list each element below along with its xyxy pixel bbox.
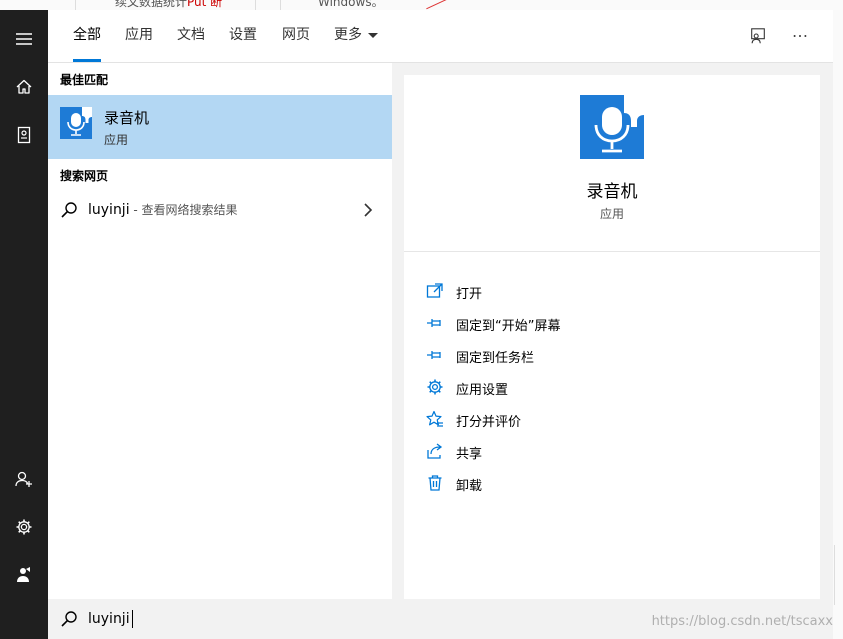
details-app-type: 应用 [599,207,624,221]
tab-apps[interactable]: 应用 [125,10,153,62]
results-list: 最佳匹配 录音机 应用 搜索网页 luyinji - 查看网络搜索结果 [48,63,392,599]
hamburger-icon [16,33,32,45]
search-icon [61,202,77,218]
best-match-type: 应用 [104,133,129,147]
feedback-icon [17,567,30,582]
tab-web[interactable]: 网页 [282,10,310,62]
voice-recorder-icon [580,95,644,159]
action-rate-review[interactable]: 打分并评价 [426,407,806,431]
text-cursor [131,610,133,628]
open-icon [426,283,443,298]
web-search-query: luyinji - 查看网络搜索结果 [88,202,238,218]
ellipsis-icon [793,35,807,37]
gear-icon [16,519,32,535]
search-icon [61,611,77,627]
home-button[interactable] [0,63,48,111]
account-button[interactable] [0,455,48,503]
best-match-item[interactable]: 录音机 应用 [48,95,392,159]
web-search-heading: 搜索网页 [60,169,109,183]
more-options-button[interactable] [790,26,810,46]
tab-more[interactable]: 更多 [334,10,378,62]
action-app-settings[interactable]: 应用设置 [426,375,806,399]
tab-all[interactable]: 全部 [73,10,101,62]
feedback-person-icon [751,28,765,44]
action-pin-taskbar[interactable]: 固定到任务栏 [426,343,806,367]
star-icon [426,410,443,427]
background-text: 续文数据统计Put 断 [115,0,223,9]
search-panel: 全部 应用 文档 设置 网页 更多 最佳匹配 录音机 应用 搜索网页 luyin… [48,10,833,599]
action-share[interactable]: 共享 [426,439,806,463]
tab-settings[interactable]: 设置 [229,10,257,62]
notebook-button[interactable] [0,111,48,159]
feedback-button[interactable] [0,551,48,599]
voice-recorder-icon [60,107,92,139]
background-text: Windows。 [318,0,384,9]
details-app-name: 录音机 [586,182,638,202]
chevron-right-icon [364,203,373,217]
start-rail [0,10,48,639]
settings-button[interactable] [0,503,48,551]
best-match-name: 录音机 [104,109,150,127]
home-icon [16,79,32,94]
hamburger-menu-button[interactable] [0,15,48,63]
notebook-icon [17,126,31,144]
web-search-item[interactable]: luyinji - 查看网络搜索结果 [48,193,392,227]
trash-icon [428,475,442,491]
add-user-icon [15,471,32,487]
feedback-hub-button[interactable] [748,26,768,46]
details-pane: 录音机 应用 打开 固定到“开始”屏幕 固定到任务栏 应用设置 打分并评价 共享… [404,75,820,599]
pin-icon [427,319,441,327]
action-uninstall[interactable]: 卸载 [426,471,806,495]
tab-documents[interactable]: 文档 [177,10,205,62]
filter-tabs: 全部 应用 文档 设置 网页 更多 [48,10,833,63]
pin-icon [427,351,441,359]
best-match-heading: 最佳匹配 [60,73,109,87]
search-input[interactable]: luyinji [88,610,133,628]
watermark: https://blog.csdn.net/tscaxx [651,614,833,629]
action-pin-start[interactable]: 固定到“开始”屏幕 [426,311,806,335]
background-window-edge [833,10,843,639]
background-window: 续文数据统计Put 断 Windows。 [0,0,843,10]
details-header: 录音机 应用 [404,75,820,252]
share-icon [427,443,443,459]
gear-icon [427,379,443,395]
chevron-down-icon [368,32,378,38]
action-open[interactable]: 打开 [426,279,806,303]
